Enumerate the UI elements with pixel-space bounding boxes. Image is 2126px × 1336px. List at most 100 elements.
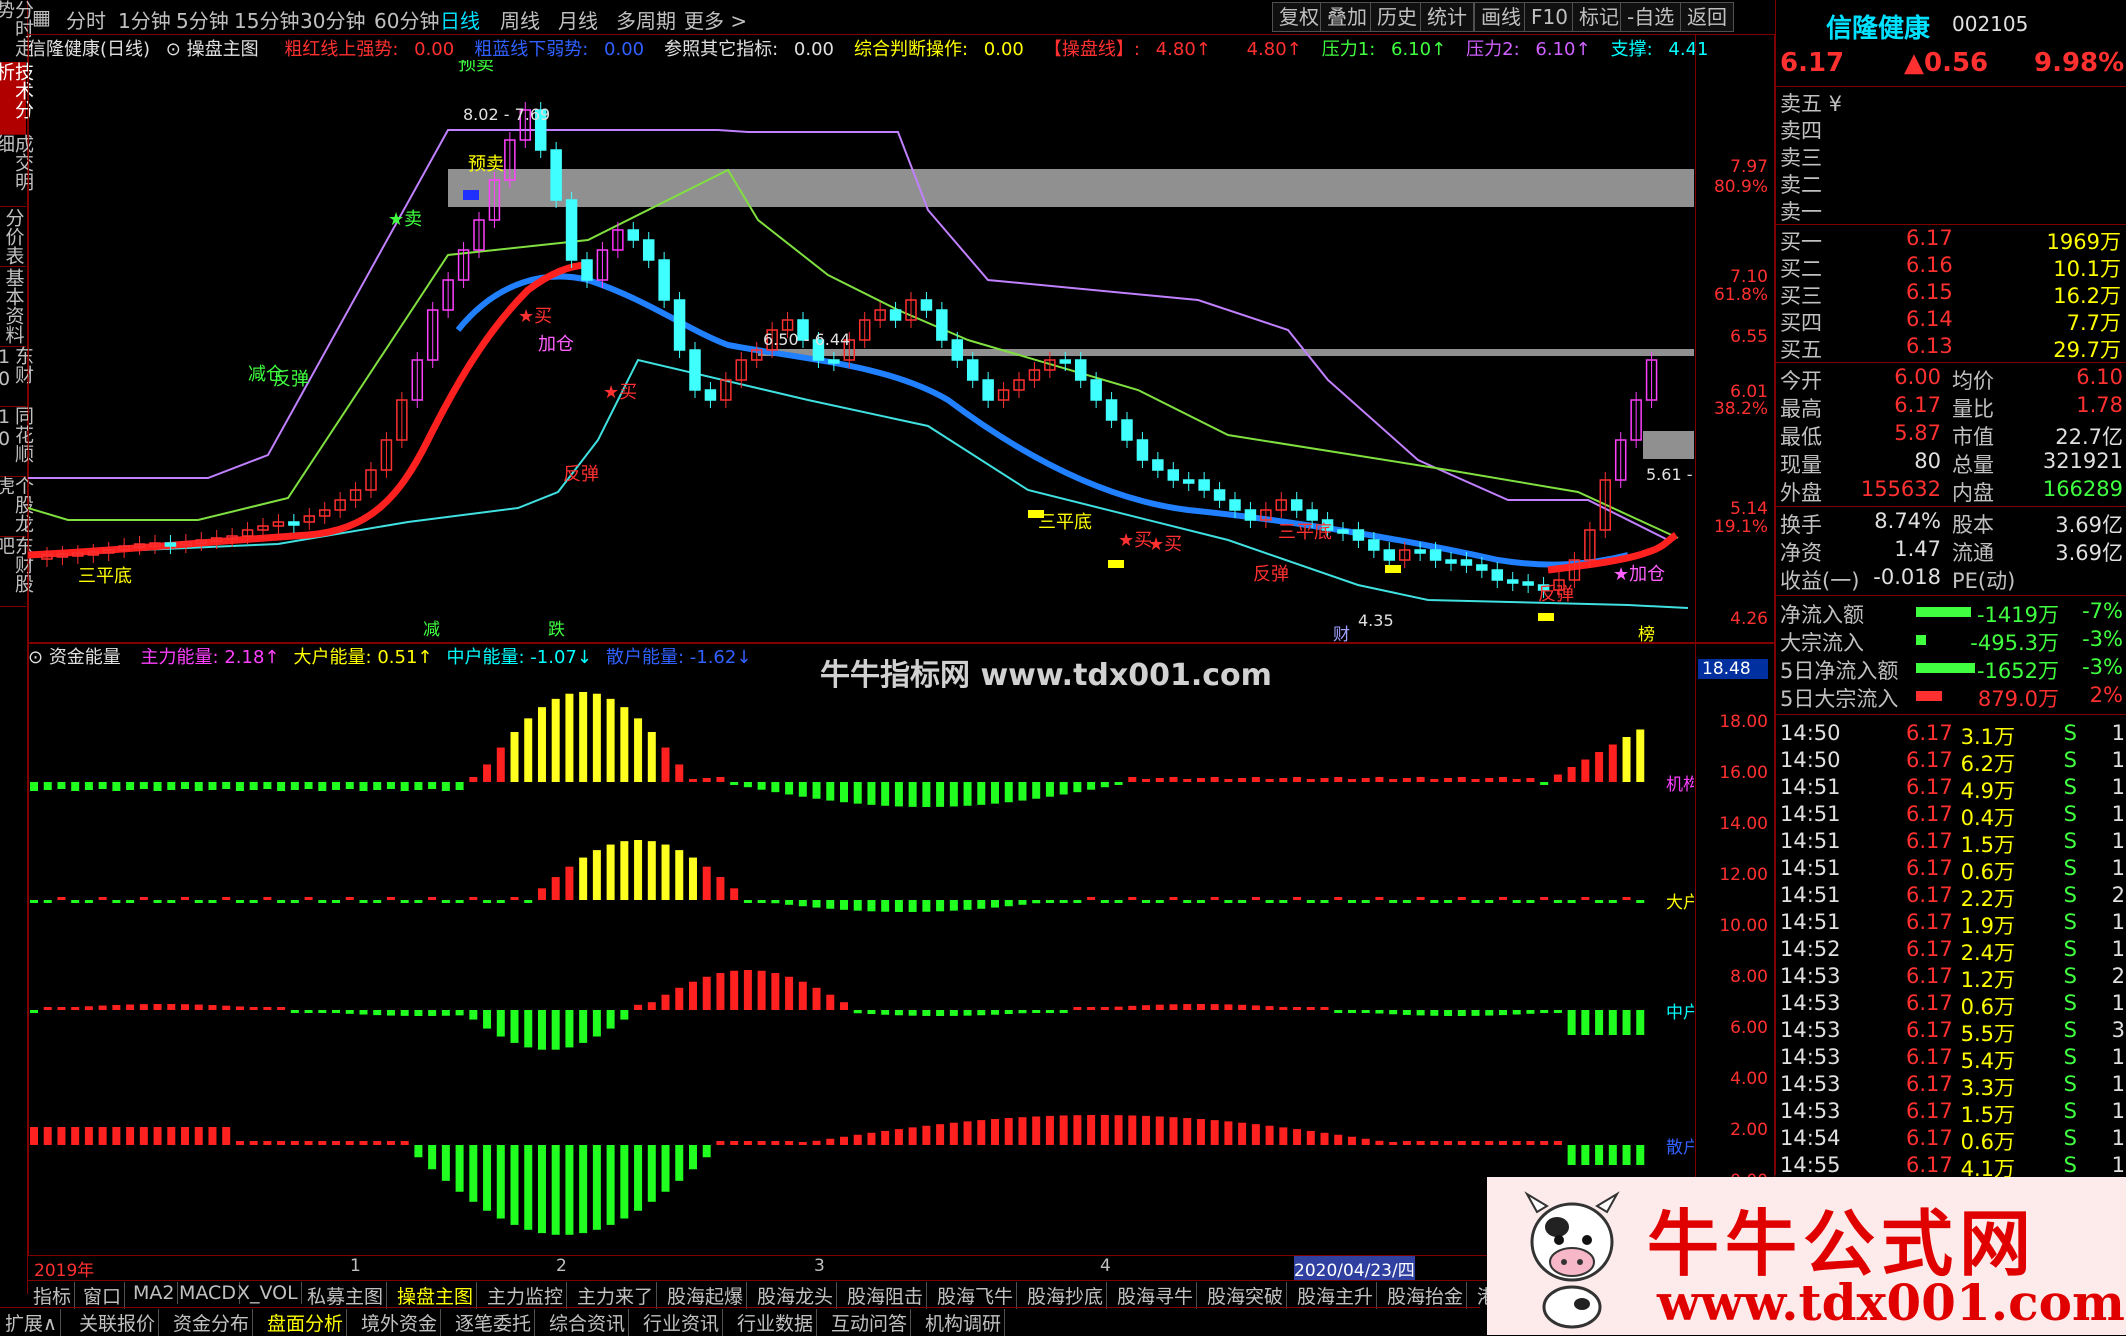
period-tab-5[interactable]: 60分钟 [374,5,439,34]
info-tab-4[interactable]: 境外资金 [358,1309,442,1336]
period-tab-4[interactable]: 30分钟 [300,5,365,34]
main-kline-chart[interactable]: 8.02 - 7.696.50 - 6.445.61 -4.35预卖预卖★卖★买… [28,60,1694,642]
energy-bar [30,1010,38,1013]
energy-bar [263,782,272,789]
indicator-tab-10[interactable]: 股海龙头 [754,1282,838,1309]
tool-button-0[interactable]: 复权 [1272,2,1326,32]
energy-bar [249,782,258,790]
info-tab-0[interactable]: 扩展∧ [2,1309,61,1336]
info-tab-10[interactable]: 机构调研 [922,1309,1006,1336]
indicator-tab-4[interactable]: X_VOL [234,1282,302,1304]
energy-bar [1293,1129,1302,1145]
info-tabs: 扩展∧ 关联报价 资金分布 盘面分析 境外资金 逐笔委托 综合资讯 行业资讯 行业数据 互动问答机… [0,1307,1480,1336]
energy-bar [249,1007,258,1010]
period-tab-2[interactable]: 5分钟 [176,5,229,34]
indicator-tab-1[interactable]: 窗口 [80,1282,126,1309]
info-tab-9[interactable]: 互动问答 [828,1309,912,1336]
info-tab-7[interactable]: 行业资讯 [640,1309,724,1336]
period-tab-6[interactable]: 日线 [440,5,480,34]
event-marker[interactable]: 减 [423,620,440,640]
left-tab-3[interactable]: 分价表 [0,206,26,267]
candle-body [889,309,902,321]
info-tab-6[interactable]: 综合资讯 [546,1309,630,1336]
energy-bar [277,1141,286,1145]
tool-button-7[interactable]: -自选 [1620,2,1682,32]
left-tab-2[interactable]: 成交明细 [0,134,34,207]
stat-label: 今开 [1780,369,1822,393]
indicator-tab-3[interactable]: MACD [176,1282,240,1304]
info-tab-8[interactable]: 行业数据 [734,1309,818,1336]
tool-button-8[interactable]: 返回 [1680,2,1734,32]
indicator-tab-8[interactable]: 主力来了 [574,1282,658,1309]
energy-bar [991,1119,1000,1145]
indicator-tab-5[interactable]: 私募主图 [304,1282,388,1309]
tick-volume: 3.1万 [1960,725,2015,749]
event-marker[interactable]: 跌 [548,620,565,640]
info-tab-5[interactable]: 逐笔委托 [452,1309,536,1336]
tool-button-2[interactable]: 历史 [1370,2,1424,32]
left-tab-8[interactable]: 东财股吧 [0,536,34,607]
indicator-tab-12[interactable]: 股海飞牛 [934,1282,1018,1309]
energy-bar [1032,1116,1041,1145]
indicator-tab-11[interactable]: 股海阻击 [844,1282,928,1309]
info-tab-2[interactable]: 资金分布 [170,1309,254,1336]
indicator-tab-6[interactable]: 操盘主图 [394,1282,478,1309]
energy-bar [167,900,176,903]
energy-bar [1224,900,1233,903]
period-tab-10[interactable]: 更多 > [684,5,747,34]
candle-body [164,542,177,547]
indicator-tab-7[interactable]: 主力监控 [484,1282,568,1309]
energy-bar [1032,900,1041,904]
energy-bar [1361,1138,1370,1145]
tool-button-4[interactable]: 画线 [1474,2,1528,32]
bid-volume: 10.1万 [2053,257,2121,281]
price-tick: 61.8% [1713,285,1768,305]
grid-icon[interactable]: ▦ [32,5,51,29]
indicator-tab-9[interactable]: 股海起爆 [664,1282,748,1309]
left-tab-1[interactable]: 技术分析 [0,62,34,135]
energy-series-label: 机构 [1666,775,1694,795]
energy-bar [524,1145,533,1230]
stat-value: -0.018 [1873,565,1941,589]
period-tab-9[interactable]: 多周期 [616,5,676,34]
period-tab-1[interactable]: 1分钟 [118,5,171,34]
energy-bar [1265,1125,1274,1145]
time-tick: 3 [814,1256,825,1276]
indicator-tab-16[interactable]: 股海主升 [1294,1282,1378,1309]
indicator-tab-14[interactable]: 股海寻牛 [1114,1282,1198,1309]
left-tab-4[interactable]: 基本资料 [0,266,26,347]
energy-bar [345,897,354,900]
indicator-tab-13[interactable]: 股海抄底 [1024,1282,1108,1309]
energy-bar [1402,778,1411,782]
tool-button-6[interactable]: 标记 [1572,2,1626,32]
tool-button-1[interactable]: 叠加 [1320,2,1374,32]
indicator-tab-15[interactable]: 股海突破 [1204,1282,1288,1309]
indicator-tab-2[interactable]: MA2 [130,1282,179,1304]
tick-row: 14:53 6.17 1.5万 S 1 [1776,1099,2126,1127]
period-tab-8[interactable]: 月线 [558,5,598,34]
fund-energy-chart[interactable]: 机构大户中户散户 [28,670,1694,1254]
energy-bar [702,778,711,782]
tool-button-5[interactable]: F10 [1524,2,1575,32]
indicator-tab-0[interactable]: 指标 [30,1282,76,1309]
energy-bar [1444,1010,1453,1016]
period-tab-7[interactable]: 周线 [500,5,540,34]
energy-bar [798,981,807,1010]
energy-bar [716,877,725,900]
event-marker[interactable]: 财 [1333,625,1350,642]
period-tab-0[interactable]: 分时 [66,5,106,34]
left-tab-6[interactable]: 同花顺10 [0,406,34,477]
left-tab-5[interactable]: 东财10 [0,346,34,407]
left-tab-0[interactable]: 分时走势 [0,0,34,63]
energy-bar [936,1124,945,1145]
period-tab-3[interactable]: 15分钟 [234,5,299,34]
energy-bar [579,857,588,900]
info-tab-3[interactable]: 盘面分析 [264,1309,348,1336]
event-marker[interactable]: 榜 [1638,625,1655,642]
tool-button-3[interactable]: 统计 [1420,2,1474,32]
indicator-tab-17[interactable]: 股海抬金 [1384,1282,1468,1309]
energy-bar [1622,897,1631,900]
tick-side: S [2063,1153,2077,1177]
info-tab-1[interactable]: 关联报价 [76,1309,160,1336]
left-tab-7[interactable]: 个股龙虎 [0,476,34,537]
